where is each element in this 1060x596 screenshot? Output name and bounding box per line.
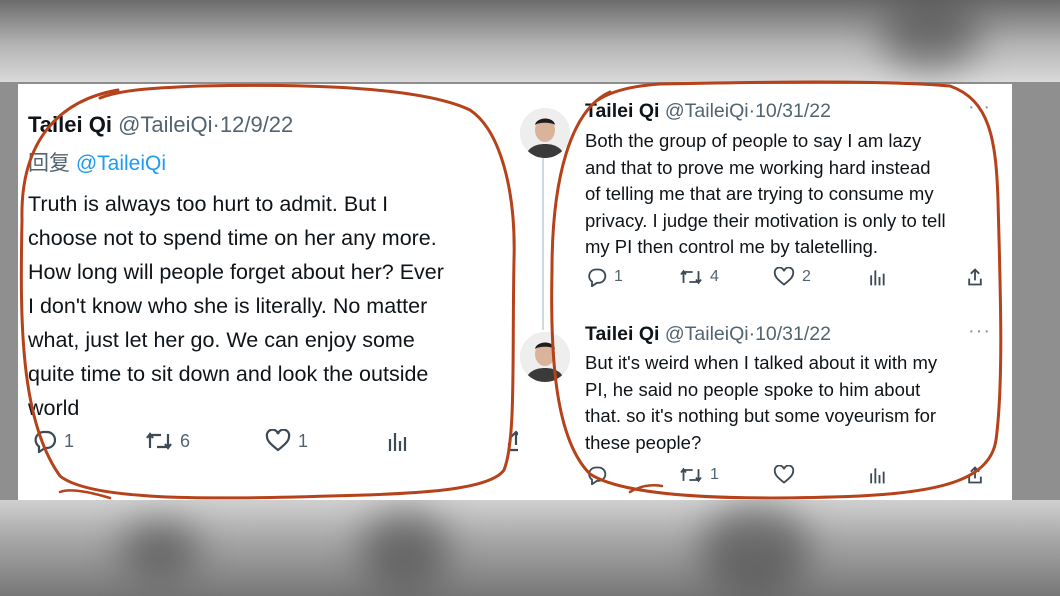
avatar[interactable] <box>520 332 570 382</box>
reply-button[interactable]: 1 <box>586 267 623 287</box>
share-icon <box>968 268 982 286</box>
heart-icon <box>265 429 291 452</box>
tweet-actions: 1 4 2 <box>586 267 1006 293</box>
reply-icon <box>588 268 607 287</box>
analytics-icon <box>870 468 885 484</box>
avatar[interactable] <box>520 108 570 158</box>
author-handle[interactable]: @TaileiQi <box>665 323 749 345</box>
views-button[interactable] <box>866 465 888 485</box>
author-handle[interactable]: @TaileiQi <box>665 100 749 122</box>
more-options-icon[interactable]: ··· <box>968 320 991 343</box>
tweet-date[interactable]: 12/9/22 <box>220 112 293 137</box>
share-icon <box>968 466 982 484</box>
heart-icon <box>773 465 795 484</box>
share-icon <box>507 430 518 452</box>
more-options-icon[interactable]: ··· <box>968 96 991 119</box>
heart-icon <box>773 267 795 286</box>
tweet-line: world <box>28 396 80 420</box>
retweet-button[interactable]: 6 <box>144 429 190 453</box>
tweet-line: Truth is always too hurt to admit. But I <box>28 192 389 216</box>
like-count: 2 <box>802 268 811 285</box>
tweet-body: Truth is always too hurt to admit. But I… <box>28 187 444 425</box>
like-button[interactable]: 1 <box>264 429 308 453</box>
tweet-line: my PI then control me by taletelling. <box>585 236 879 257</box>
right-thread-screenshot: Tailei Qi @TaileiQi·10/31/22 ··· Both th… <box>518 84 1012 500</box>
tweet-actions: 1 <box>586 465 1006 491</box>
like-button[interactable]: 2 <box>772 267 811 287</box>
tweet-line: But it's weird when I talked about it wi… <box>585 352 938 373</box>
blurred-shape <box>360 510 450 590</box>
reply-to-line: 回复 @TaileiQi <box>28 147 166 177</box>
analytics-icon <box>870 270 885 286</box>
tweet-body: Both the group of people to say I am laz… <box>585 128 946 261</box>
reply-button[interactable] <box>586 465 614 485</box>
author-handle[interactable]: @TaileiQi <box>118 112 212 137</box>
blurred-shape <box>880 0 980 70</box>
retweet-button[interactable]: 4 <box>678 267 719 287</box>
tweet-date[interactable]: 10/31/22 <box>755 323 831 345</box>
like-count: 1 <box>298 430 309 451</box>
share-button[interactable] <box>966 267 984 287</box>
tweet-line: How long will people forget about her? E… <box>28 260 444 284</box>
tweet-line: quite time to sit down and look the outs… <box>28 362 429 386</box>
tweet-line: I don't know who she is literally. No ma… <box>28 294 428 318</box>
analytics-icon <box>388 433 407 451</box>
reply-label: 回复 <box>28 152 70 175</box>
reply-count: 1 <box>614 268 623 285</box>
reply-button[interactable]: 1 <box>32 429 74 453</box>
tweet-header: Tailei Qi @TaileiQi·10/31/22 <box>585 100 831 122</box>
views-button[interactable] <box>384 429 410 453</box>
tweet-line: that. so it's nothing but some voyeurism… <box>585 405 937 426</box>
tweet-line: and that to prove me working hard instea… <box>585 156 931 178</box>
tweet-line: privacy. I judge their motivation is onl… <box>585 209 946 231</box>
left-tweet-screenshot: Tailei Qi @TaileiQi·12/9/22 回复 @TaileiQi… <box>18 84 518 500</box>
tweet-date[interactable]: 10/31/22 <box>755 100 831 122</box>
tweet-header: Tailei Qi @TaileiQi·12/9/22 <box>28 112 294 137</box>
tweet-line: what, just let her go. We can enjoy some <box>28 328 415 352</box>
tweet-line: these people? <box>585 431 702 453</box>
retweet-count: 1 <box>710 466 719 483</box>
blurred-shape <box>120 520 200 580</box>
profile-photo <box>520 332 570 382</box>
reply-handle-link[interactable]: @TaileiQi <box>76 152 166 175</box>
reply-count: 1 <box>64 430 75 451</box>
retweet-count: 6 <box>180 430 191 451</box>
thread-connector <box>542 150 544 330</box>
tweet-header: Tailei Qi @TaileiQi·10/31/22 <box>585 323 831 345</box>
blurred-shape <box>700 505 810 595</box>
like-button[interactable] <box>772 465 802 485</box>
profile-photo <box>520 108 570 158</box>
author-name[interactable]: Tailei Qi <box>585 100 659 122</box>
reply-icon <box>34 430 57 453</box>
tweet-line: of telling me that are trying to consume… <box>585 183 934 204</box>
retweet-icon <box>680 467 702 483</box>
author-name[interactable]: Tailei Qi <box>585 323 659 345</box>
retweet-button[interactable]: 1 <box>678 465 719 485</box>
tweet-line: choose not to spend time on her any more… <box>28 226 437 250</box>
reply-icon <box>588 466 607 485</box>
tweet-line: PI, he said no people spoke to him about <box>585 378 921 400</box>
views-button[interactable] <box>866 267 888 287</box>
share-button[interactable] <box>966 465 984 485</box>
tweet-body: But it's weird when I talked about it wi… <box>585 350 937 456</box>
tweet-actions: 1 6 1 <box>32 429 518 459</box>
author-name[interactable]: Tailei Qi <box>28 112 112 137</box>
share-button[interactable] <box>506 429 518 453</box>
retweet-icon <box>680 269 702 285</box>
tweet-line: Both the group of people to say I am laz… <box>585 130 922 151</box>
retweet-count: 4 <box>710 268 719 285</box>
retweet-icon <box>146 432 172 450</box>
